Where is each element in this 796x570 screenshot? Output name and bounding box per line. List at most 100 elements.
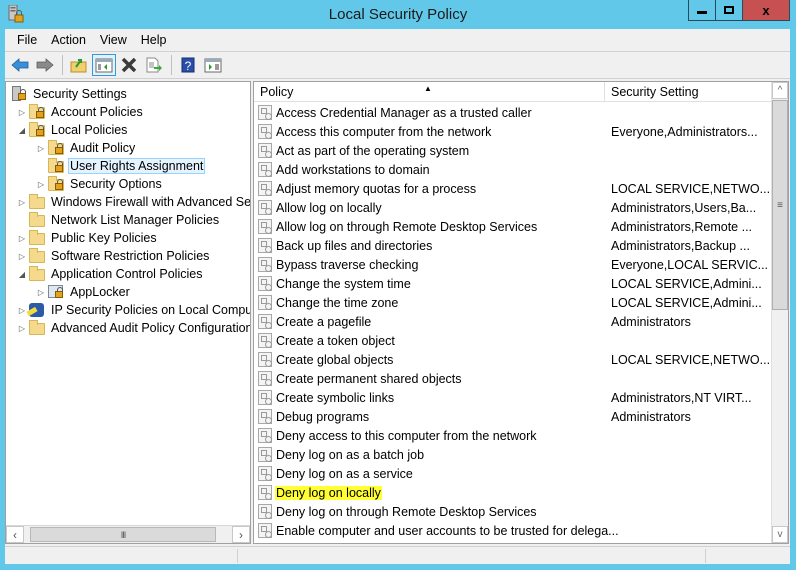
policy-name: Create global objects	[276, 352, 394, 367]
column-label-security-setting: Security Setting	[611, 85, 699, 99]
expand-arrow-icon[interactable]: ▷	[16, 319, 28, 337]
policy-row[interactable]: Bypass traverse checking Everyone,LOCAL S…	[254, 255, 772, 274]
list-vertical-scrollbar[interactable]: ^ ≡ v	[771, 82, 788, 543]
policy-row[interactable]: Add workstations to domain	[254, 160, 772, 179]
scroll-thumb[interactable]: III	[30, 527, 216, 542]
policy-cell: Deny log on as a service	[258, 466, 414, 481]
policy-row[interactable]: Allow log on locally Administrators,Users…	[254, 198, 772, 217]
policy-cell: Deny access to this computer from the ne…	[258, 428, 538, 443]
menu-action[interactable]: Action	[45, 31, 92, 49]
tree-item[interactable]: ▷ IP Security Policies on Local Compute	[16, 301, 250, 319]
menu-file[interactable]: File	[11, 31, 43, 49]
expand-arrow-icon[interactable]: ▷	[35, 139, 47, 157]
expand-arrow-icon[interactable]: ▷	[35, 283, 47, 301]
collapse-arrow-icon[interactable]: ◢	[16, 265, 28, 283]
scroll-down-button[interactable]: v	[772, 526, 788, 543]
minimize-button[interactable]	[689, 0, 716, 20]
policy-row[interactable]: Debug programs Administrators	[254, 407, 772, 426]
policy-row[interactable]: Create global objects LOCAL SERVICE,NETWO…	[254, 350, 772, 369]
tree-item-label: Software Restriction Policies	[51, 249, 210, 263]
policy-name: Allow log on locally	[276, 200, 382, 215]
tree-item[interactable]: ▷ Audit Policy	[35, 139, 137, 157]
window-frame: File Action View Help ? ▷ Advanced Audit…	[5, 29, 790, 564]
help-button[interactable]: ?	[176, 54, 200, 76]
policy-cell: Adjust memory quotas for a process	[258, 181, 477, 196]
policy-row[interactable]: Enable computer and user accounts to be …	[254, 521, 772, 540]
policy-name: Act as part of the operating system	[276, 143, 470, 158]
policy-row[interactable]: Deny log on through Remote Desktop Servi…	[254, 502, 772, 521]
export-list-button[interactable]	[142, 54, 166, 76]
tree-item[interactable]: ◢ Local Policies	[16, 121, 129, 139]
policy-row[interactable]: Access this computer from the network Eve…	[254, 122, 772, 141]
folder-icon	[28, 266, 46, 282]
tree-horizontal-scrollbar[interactable]: ‹ III ›	[6, 525, 250, 543]
policy-row[interactable]: Create permanent shared objects	[254, 369, 772, 388]
menu-help[interactable]: Help	[135, 31, 173, 49]
policy-cell: Debug programs	[258, 409, 370, 424]
tree-item[interactable]: ▷ Advanced Audit Policy Configuration	[16, 319, 250, 337]
show-hide-action-pane-button[interactable]	[201, 54, 225, 76]
policy-row[interactable]: Change the time zone LOCAL SERVICE,Admini…	[254, 293, 772, 312]
expand-arrow-icon[interactable]: ▷	[16, 103, 28, 121]
policy-row[interactable]: Create a token object	[254, 331, 772, 350]
menu-view[interactable]: View	[94, 31, 133, 49]
toolbar-separator	[62, 55, 63, 75]
policy-cell: Act as part of the operating system	[258, 143, 470, 158]
policy-row[interactable]: Change the system time LOCAL SERVICE,Admi…	[254, 274, 772, 293]
tree-item[interactable]: ▷ Security Options	[35, 175, 164, 193]
back-button[interactable]	[8, 54, 32, 76]
scroll-left-button[interactable]: ‹	[6, 526, 24, 543]
expand-arrow-icon[interactable]: ▷	[35, 175, 47, 193]
tree-item-label: Security Settings	[33, 87, 127, 101]
minimize-icon	[697, 10, 707, 14]
expand-arrow-icon[interactable]: ▷	[16, 193, 28, 211]
expand-arrow-icon[interactable]: ▷	[16, 301, 28, 319]
policy-row[interactable]: Access Credential Manager as a trusted c…	[254, 103, 772, 122]
close-button[interactable]: x	[743, 0, 789, 20]
policy-row[interactable]: Adjust memory quotas for a process LOCAL …	[254, 179, 772, 198]
policy-row[interactable]: Deny log on as a batch job	[254, 445, 772, 464]
show-hide-console-tree-button[interactable]	[92, 54, 116, 76]
maximize-button[interactable]	[716, 0, 743, 20]
policy-row[interactable]: Back up files and directories Administrat…	[254, 236, 772, 255]
policy-row[interactable]: Create symbolic links Administrators,NT V…	[254, 388, 772, 407]
column-header-policy[interactable]: Policy ▲	[254, 82, 605, 102]
policy-setting-icon	[258, 485, 272, 500]
folder-icon	[28, 212, 46, 228]
policy-setting-icon	[258, 371, 272, 386]
tree-item[interactable]: User Rights Assignment	[35, 157, 206, 175]
policy-row[interactable]: Deny log on locally	[254, 483, 772, 502]
scroll-up-button[interactable]: ^	[772, 82, 788, 99]
tree-item-label: User Rights Assignment	[68, 158, 206, 174]
policy-row[interactable]: Deny access to this computer from the ne…	[254, 426, 772, 445]
collapse-arrow-icon[interactable]: ◢	[16, 121, 28, 139]
toolbar-separator	[171, 55, 172, 75]
delete-button[interactable]	[117, 54, 141, 76]
console-tree[interactable]: ▷ Advanced Audit Policy Configuration ▷ IP …	[5, 81, 251, 544]
up-one-level-button[interactable]	[67, 54, 91, 76]
security-setting-value: Administrators,NT VIRT...	[611, 390, 752, 405]
tree-item[interactable]: ▷ AppLocker	[35, 283, 132, 301]
policy-row[interactable]: Create a pagefile Administrators	[254, 312, 772, 331]
tree-item[interactable]: ▷ Software Restriction Policies	[16, 247, 211, 265]
expand-arrow-icon[interactable]: ▷	[16, 229, 28, 247]
tree-item[interactable]: ▷ Windows Firewall with Advanced Secu	[16, 193, 250, 211]
scroll-right-button[interactable]: ›	[232, 526, 250, 543]
tree-item[interactable]: ◢ Application Control Policies	[16, 265, 204, 283]
policy-row[interactable]: Allow log on through Remote Desktop Serv…	[254, 217, 772, 236]
scroll-thumb[interactable]: ≡	[772, 100, 788, 310]
tree-item[interactable]: ▷ Public Key Policies	[16, 229, 159, 247]
expand-arrow-icon[interactable]: ▷	[16, 247, 28, 265]
tree-item[interactable]: ▷ Account Policies	[16, 103, 145, 121]
policy-name: Deny log on through Remote Desktop Servi…	[276, 504, 537, 519]
policy-row[interactable]: Deny log on as a service	[254, 464, 772, 483]
title-bar: Local Security Policy x	[0, 0, 796, 30]
tree-item[interactable]: Network List Manager Policies	[16, 211, 221, 229]
column-header-security-setting[interactable]: Security Setting	[605, 82, 772, 102]
locked-folder-icon	[28, 104, 46, 120]
policy-row[interactable]: Act as part of the operating system	[254, 141, 772, 160]
tree-item[interactable]: Security Settings	[10, 85, 129, 103]
forward-button[interactable]	[33, 54, 57, 76]
security-setting-value: Administrators	[611, 409, 691, 424]
policy-setting-icon	[258, 276, 272, 291]
